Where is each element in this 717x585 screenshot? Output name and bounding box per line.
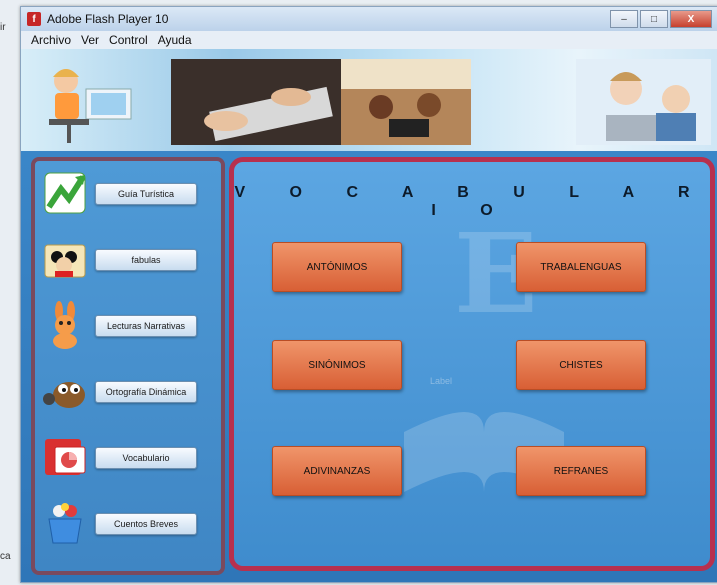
presentation-icon [45, 439, 86, 475]
flash-app-icon: f [27, 12, 41, 26]
trabalenguas-button[interactable]: TRABALENGUAS [516, 242, 646, 292]
chart-arrow-icon [44, 172, 86, 214]
hands-typing-photo [171, 59, 341, 145]
refranes-button[interactable]: REFRANES [516, 446, 646, 496]
sinonimos-button[interactable]: SINÓNIMOS [272, 340, 402, 390]
rabbit-icon [53, 301, 77, 349]
ortografia-dinamica-button[interactable]: Ortografía Dinámica [95, 381, 197, 403]
menu-ver[interactable]: Ver [81, 33, 99, 47]
guia-turistica-button[interactable]: Guía Turística [95, 183, 197, 205]
children-at-laptop-photo [576, 59, 711, 145]
flash-stage: Guía Turística fabulas Lecturas Narrativ… [21, 151, 717, 582]
fabulas-button[interactable]: fabulas [95, 249, 197, 271]
window-title: Adobe Flash Player 10 [47, 12, 169, 26]
child-at-computer-illustration [49, 69, 132, 143]
adivinanzas-button[interactable]: ADIVINANZAS [272, 446, 402, 496]
sidebar-item-fabulas[interactable]: fabulas [41, 235, 217, 287]
ghost-label: Label [430, 376, 453, 386]
menu-ayuda[interactable]: Ayuda [158, 33, 192, 47]
vocabulario-title: V O C A B U L A R I O [234, 184, 710, 219]
sidebar-item-vocabulario[interactable]: Vocabulario [41, 433, 217, 485]
menu-control[interactable]: Control [109, 33, 148, 47]
background-edge-text-bottom: ca [0, 551, 11, 562]
sidebar-panel: Guía Turística fabulas Lecturas Narrativ… [31, 157, 225, 575]
header-banner [21, 49, 717, 151]
cuentos-breves-button[interactable]: Cuentos Breves [95, 513, 197, 535]
flash-player-window: f Adobe Flash Player 10 – □ X Archivo Ve… [20, 6, 717, 583]
sidebar-item-lecturas-narrativas[interactable]: Lecturas Narrativas [41, 301, 217, 353]
vocabulary-panel: E V O C A B U L A R I O Label ANTÓNIMOS … [229, 157, 715, 571]
antonimos-button[interactable]: ANTÓNIMOS [272, 242, 402, 292]
gimp-icon [43, 382, 85, 408]
sidebar-item-cuentos-breves[interactable]: Cuentos Breves [41, 499, 217, 551]
lecturas-narrativas-button[interactable]: Lecturas Narrativas [95, 315, 197, 337]
minimize-button[interactable]: – [610, 10, 638, 28]
vocabulario-button[interactable]: Vocabulario [95, 447, 197, 469]
mickey-folder-icon [44, 244, 86, 278]
sidebar-item-guia-turistica[interactable]: Guía Turística [41, 169, 217, 221]
people-with-laptop-photo [341, 59, 471, 145]
menu-bar: Archivo Ver Control Ayuda [21, 31, 717, 49]
sidebar-item-ortografia-dinamica[interactable]: Ortografía Dinámica [41, 367, 217, 419]
close-button[interactable]: X [670, 10, 712, 28]
maximize-button[interactable]: □ [640, 10, 668, 28]
title-bar[interactable]: f Adobe Flash Player 10 – □ X [21, 7, 717, 31]
chistes-button[interactable]: CHISTES [516, 340, 646, 390]
toy-bucket-icon [48, 503, 82, 544]
background-edge-text-top: ir [0, 22, 6, 33]
menu-archivo[interactable]: Archivo [31, 33, 71, 47]
